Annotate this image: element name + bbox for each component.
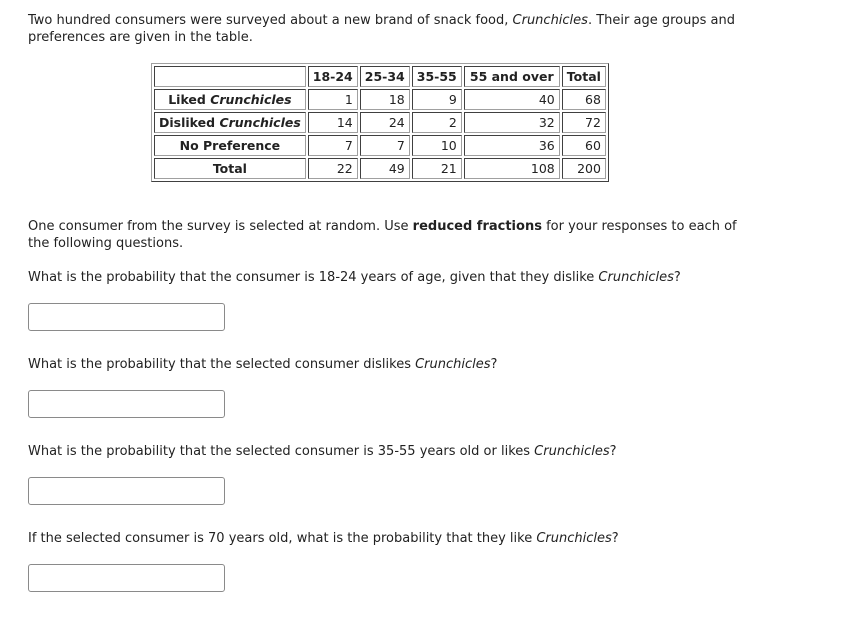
intro-text: Two hundred consumers were surveyed abou… xyxy=(28,13,513,28)
column-header: 18-24 xyxy=(307,66,358,87)
row-header: Total xyxy=(154,158,306,179)
table-corner-cell xyxy=(154,66,306,87)
table-cell: 200 xyxy=(561,158,606,179)
question-text: If the selected consumer is 70 years old… xyxy=(28,531,537,546)
question-text-end: ? xyxy=(490,357,498,372)
table-cell: 7 xyxy=(359,135,410,156)
row-header: No Preference xyxy=(154,135,306,156)
table-cell: 68 xyxy=(561,89,606,110)
row-header-text: Total xyxy=(212,161,247,176)
question-3: What is the probability that the selecte… xyxy=(28,443,748,460)
table-cell: 7 xyxy=(307,135,358,156)
question-brand: Crunchicles xyxy=(598,270,674,285)
row-header: Liked Crunchicles xyxy=(154,89,306,110)
table-cell: 49 xyxy=(359,158,410,179)
column-header: 55 and over xyxy=(463,66,560,87)
question-2: What is the probability that the selecte… xyxy=(28,356,748,373)
question-text: What is the probability that the selecte… xyxy=(28,357,416,372)
answer-input-3[interactable] xyxy=(28,477,225,505)
row-header-brand: Crunchicles xyxy=(219,115,301,130)
table-cell: 1 xyxy=(307,89,358,110)
table-row: Liked Crunchicles 1 18 9 40 68 xyxy=(154,89,606,110)
table-cell: 60 xyxy=(561,135,606,156)
column-header: 25-34 xyxy=(359,66,410,87)
row-header-text: No Preference xyxy=(179,138,281,153)
table-row: No Preference 7 7 10 36 60 xyxy=(154,135,606,156)
table-cell: 10 xyxy=(411,135,462,156)
table-cell: 72 xyxy=(561,112,606,133)
question-brand: Crunchicles xyxy=(534,444,610,459)
table-cell: 18 xyxy=(359,89,410,110)
survey-table-wrapper: 18-24 25-34 35-55 55 and over Total Like… xyxy=(151,63,748,182)
row-header-brand: Crunchicles xyxy=(210,92,292,107)
row-header-text: Liked xyxy=(168,92,211,107)
instructions-text: One consumer from the survey is selected… xyxy=(28,219,413,234)
answer-input-1[interactable] xyxy=(28,303,225,331)
problem-page: Two hundred consumers were surveyed abou… xyxy=(28,12,748,617)
table-cell: 9 xyxy=(411,89,462,110)
table-cell: 36 xyxy=(463,135,560,156)
table-cell: 24 xyxy=(359,112,410,133)
question-brand: Crunchicles xyxy=(536,531,612,546)
answer-input-4[interactable] xyxy=(28,564,225,592)
question-1: What is the probability that the consume… xyxy=(28,269,748,286)
table-cell: 108 xyxy=(463,158,560,179)
question-text-end: ? xyxy=(611,531,619,546)
question-brand: Crunchicles xyxy=(415,357,491,372)
column-header: 35-55 xyxy=(411,66,462,87)
table-cell: 22 xyxy=(307,158,358,179)
answer-input-2[interactable] xyxy=(28,390,225,418)
row-header: Disliked Crunchicles xyxy=(154,112,306,133)
survey-table: 18-24 25-34 35-55 55 and over Total Like… xyxy=(151,63,609,182)
instructions-paragraph: One consumer from the survey is selected… xyxy=(28,218,748,252)
table-cell: 21 xyxy=(411,158,462,179)
column-header: Total xyxy=(561,66,606,87)
table-cell: 40 xyxy=(463,89,560,110)
question-text-end: ? xyxy=(673,270,681,285)
row-header-text: Disliked xyxy=(159,115,220,130)
table-cell: 32 xyxy=(463,112,560,133)
table-cell: 14 xyxy=(307,112,358,133)
table-header-row: 18-24 25-34 35-55 55 and over Total xyxy=(154,66,606,87)
intro-paragraph: Two hundred consumers were surveyed abou… xyxy=(28,12,748,46)
table-row-total: Total 22 49 21 108 200 xyxy=(154,158,606,179)
table-row: Disliked Crunchicles 14 24 2 32 72 xyxy=(154,112,606,133)
question-text: What is the probability that the consume… xyxy=(28,270,599,285)
instructions-emphasis: reduced fractions xyxy=(412,219,542,234)
table-cell: 2 xyxy=(411,112,462,133)
question-4: If the selected consumer is 70 years old… xyxy=(28,530,748,547)
question-text: What is the probability that the selecte… xyxy=(28,444,535,459)
question-text-end: ? xyxy=(609,444,617,459)
brand-name: Crunchicles xyxy=(512,13,588,28)
